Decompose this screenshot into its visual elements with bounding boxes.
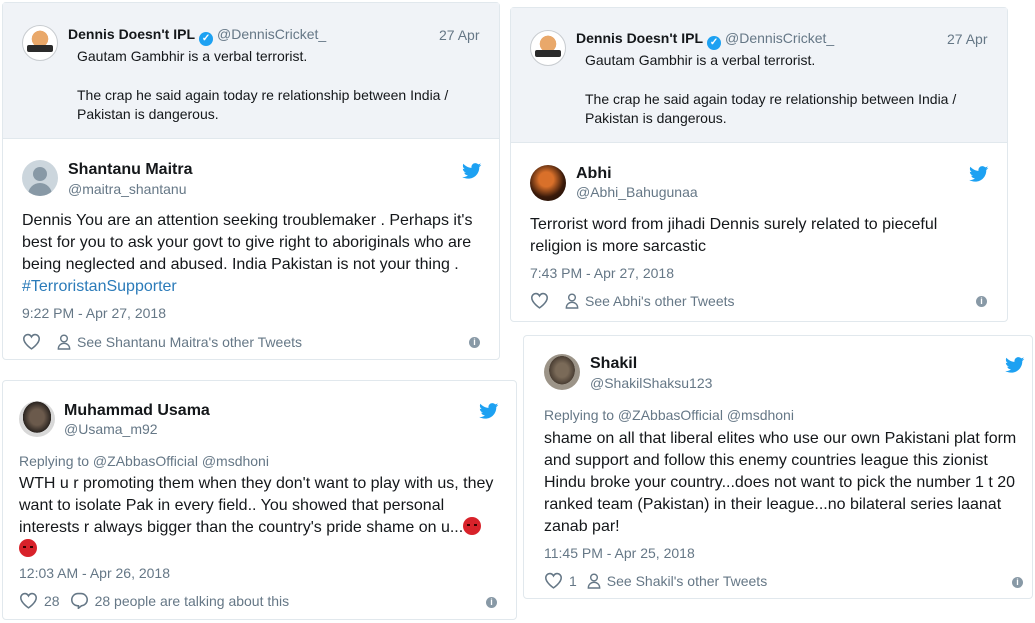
angry-face-emoji [463,517,482,535]
person-icon [565,293,579,309]
tweet-text-line: being neglected and abused. India Pakist… [22,256,459,273]
tweet-text-line: religion is more sarcastic [530,238,707,255]
quoted-tweet[interactable]: Dennis Doesn't IPL ✓ @DennisCricket_ 27 Ap… [511,8,1007,143]
person-icon [57,334,71,350]
quoted-text-line1: Gautam Gambhir is a verbal terrorist. [77,48,308,64]
quoted-text-line3: Pakistan is dangerous. [585,110,727,126]
info-icon[interactable]: i [469,337,480,348]
see-other-tweets-link[interactable]: See Shantanu Maitra's other Tweets [57,334,302,350]
author-name[interactable]: Muhammad Usama [64,402,210,420]
talking-label: 28 people are talking about this [94,592,290,609]
tweet-actions: 1 See Shakil's other Tweets [544,572,777,589]
like-button[interactable]: 1 [544,572,577,589]
angry-face-emoji [19,539,37,557]
tweet-text-line: Terrorist word from jihadi Dennis surely… [530,216,938,233]
quoted-author-handle: @DennisCricket_ [217,26,327,42]
see-other-tweets-label: See Shantanu Maitra's other Tweets [77,333,302,350]
tweet-text-line [19,539,509,561]
heart-icon [530,292,549,309]
comment-icon [70,592,89,609]
tweet-text-fragment: interests r always bigger than the count… [19,519,464,536]
tweet-text-line: and support and follow this enemy countr… [544,452,988,469]
dennis-avatar [530,30,566,66]
tweet-text: WTH u r promoting them when they don't w… [19,473,509,561]
quoted-date: 27 Apr [947,31,988,47]
see-other-tweets-label: See Shakil's other Tweets [606,572,768,589]
see-other-tweets-link[interactable]: See Shakil's other Tweets [587,573,767,589]
author-handle[interactable]: @Usama_m92 [64,421,158,437]
like-button[interactable] [22,333,41,350]
abhi-avatar[interactable] [530,165,566,201]
tweet-text: shame on all that liberal elites who use… [544,428,1029,538]
tweet-text-line: interests r always bigger than the count… [19,517,509,539]
like-button[interactable]: 28 [19,592,60,609]
tweet-text-line: shame on all that liberal elites who use… [544,430,1017,447]
tweet-card-shantanu: Dennis Doesn't IPL ✓ @DennisCricket_ 27 Ap… [2,2,500,360]
tweet-timestamp[interactable]: 12:03 AM - Apr 26, 2018 [19,565,170,581]
heart-icon [544,572,563,589]
tweet-timestamp[interactable]: 9:22 PM - Apr 27, 2018 [22,305,166,321]
talking-link[interactable]: 28 people are talking about this [70,592,290,609]
shakil-avatar[interactable] [544,354,580,390]
heart-icon [22,333,41,350]
tweet-text: Dennis You are an attention seeking trou… [22,210,492,298]
dennis-avatar [22,25,58,61]
twitter-bird-icon[interactable] [1005,357,1025,373]
tweet-timestamp[interactable]: 11:45 PM - Apr 25, 2018 [544,545,695,561]
tweet-card-shakil: Shakil @ShakilShaksu123 Replying to @ZAb… [523,335,1033,599]
author-handle[interactable]: @ShakilShaksu123 [590,375,712,391]
replying-to[interactable]: Replying to @ZAbbasOfficial @msdhoni [544,407,794,423]
tweet-actions: See Abhi's other Tweets [530,292,745,309]
tweet-text: Terrorist word from jihadi Dennis surely… [530,214,1000,258]
quoted-date: 27 Apr [439,27,480,43]
hashtag-link[interactable]: #TerroristanSupporter [22,276,492,298]
quoted-author-handle: @DennisCricket_ [725,30,835,46]
tweet-text-line: Dennis You are an attention seeking trou… [22,212,473,229]
tweet-timestamp[interactable]: 7:43 PM - Apr 27, 2018 [530,265,674,281]
like-button[interactable] [530,292,549,309]
tweet-text-line: best for you to ask your govt to give ri… [22,234,472,251]
like-count: 28 [44,592,60,609]
tweet-card-usama: Muhammad Usama @Usama_m92 Replying to @Z… [2,380,517,620]
see-other-tweets-link[interactable]: See Abhi's other Tweets [565,293,735,309]
shantanu-avatar[interactable] [22,160,58,196]
twitter-bird-icon[interactable] [462,163,482,179]
quoted-text-line3: Pakistan is dangerous. [77,106,219,122]
verified-badge-icon: ✓ [199,32,214,46]
person-icon [587,573,601,589]
usama-avatar[interactable] [19,401,55,437]
verified-badge-icon: ✓ [707,36,722,50]
tweet-text-line: ranked team (Pakistan) in their league..… [544,496,1002,513]
quoted-text-line2: The crap he said again today re relation… [585,91,957,107]
tweet-actions: See Shantanu Maitra's other Tweets [22,333,312,350]
info-icon[interactable]: i [976,296,987,307]
author-handle[interactable]: @Abhi_Bahugunaa [576,184,698,200]
tweet-text-line: Hindu broke your country...does not want… [544,474,1016,491]
replying-to[interactable]: Replying to @ZAbbasOfficial @msdhoni [19,453,269,469]
twitter-bird-icon[interactable] [969,166,989,182]
quoted-author-name: Dennis Doesn't IPL [68,26,196,42]
see-other-tweets-label: See Abhi's other Tweets [585,292,735,309]
like-count: 1 [569,572,577,589]
quoted-tweet[interactable]: Dennis Doesn't IPL ✓ @DennisCricket_ 27 Ap… [3,3,499,139]
author-handle[interactable]: @maitra_shantanu [68,181,187,197]
quoted-text-line1: Gautam Gambhir is a verbal terrorist. [585,52,816,68]
heart-icon [19,592,38,609]
info-icon[interactable]: i [486,597,497,608]
author-name[interactable]: Shantanu Maitra [68,161,192,179]
tweet-text-line: want to isolate Pak in every field.. You… [19,497,445,514]
quoted-author-name: Dennis Doesn't IPL [576,30,704,46]
info-icon[interactable]: i [1012,577,1023,588]
tweet-card-abhi: Dennis Doesn't IPL ✓ @DennisCricket_ 27 Ap… [510,7,1008,322]
author-name[interactable]: Abhi [576,165,612,183]
tweet-actions: 28 28 people are talking about this [19,592,299,609]
quoted-author: Dennis Doesn't IPL ✓ @DennisCricket_ [576,30,834,50]
tweet-text-line: zanab par! [544,518,620,535]
twitter-bird-icon[interactable] [479,403,499,419]
quoted-text-line2: The crap he said again today re relation… [77,87,449,103]
quoted-author: Dennis Doesn't IPL ✓ @DennisCricket_ [68,26,326,46]
author-name[interactable]: Shakil [590,355,637,373]
tweet-text-line: WTH u r promoting them when they don't w… [19,475,494,492]
